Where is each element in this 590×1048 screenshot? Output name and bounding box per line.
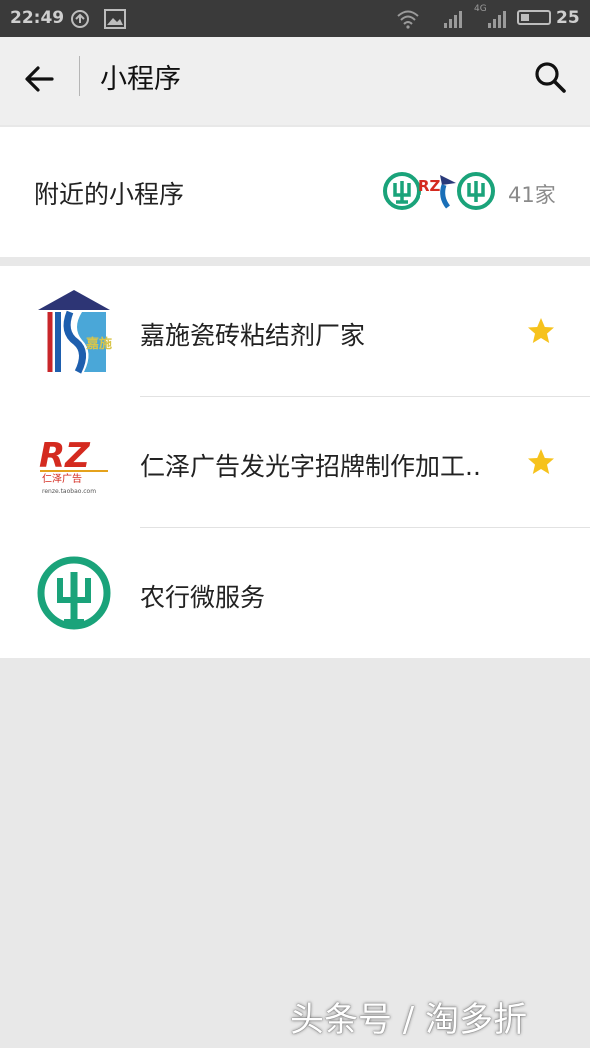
nearby-label: 附近的小程序 xyxy=(34,180,185,209)
page-title: 小程序 xyxy=(100,64,181,95)
battery-icon xyxy=(517,10,551,25)
battery-level: 25 xyxy=(556,8,580,28)
nav-bar: 小程序 xyxy=(0,37,590,125)
status-time: 22:49 xyxy=(10,8,65,28)
nav-divider xyxy=(79,56,80,96)
wifi-icon xyxy=(397,10,419,29)
nearby-mini-programs[interactable]: 附近的小程序 RZ 41家 xyxy=(0,127,590,257)
jiashi-logo-text: 嘉施 xyxy=(85,336,112,352)
renze-logo-icon: RZ 仁泽广告 renze.taobao.com xyxy=(36,419,112,505)
sync-icon xyxy=(71,10,89,28)
item-name: 嘉施瓷砖粘结剂厂家 xyxy=(140,321,366,350)
star-icon[interactable] xyxy=(526,316,556,346)
list-item[interactable]: 嘉施 嘉施瓷砖粘结剂厂家 xyxy=(0,266,590,396)
abc-bank-logo-icon xyxy=(37,556,111,630)
renze-logo-text: 仁泽广告 xyxy=(42,472,82,485)
star-icon[interactable] xyxy=(526,447,556,477)
search-icon[interactable] xyxy=(532,59,568,95)
status-bar: 22:49 4G 25 xyxy=(0,0,590,37)
list-item[interactable]: RZ 仁泽广告 renze.taobao.com 仁泽广告发光字招牌制作加工.. xyxy=(0,397,590,527)
network-type: 4G xyxy=(474,4,487,14)
jiashi-logo-icon: 嘉施 xyxy=(38,290,112,374)
list-item[interactable]: 农行微服务 xyxy=(0,528,590,658)
arrow-left-icon[interactable] xyxy=(22,61,58,97)
nearby-count: 41家 xyxy=(508,183,556,207)
signal-icon-1 xyxy=(444,11,462,28)
item-name: 农行微服务 xyxy=(140,583,266,612)
nearby-thumbnails: RZ xyxy=(383,172,495,210)
renze-logo-url: renze.taobao.com xyxy=(42,488,96,495)
mini-program-list: 嘉施 嘉施瓷砖粘结剂厂家 RZ 仁泽广告 renze.taobao.com 仁泽… xyxy=(0,266,590,658)
signal-icon-2 xyxy=(488,11,506,28)
svg-text:RZ: RZ xyxy=(418,177,441,195)
item-name: 仁泽广告发光字招牌制作加工.. xyxy=(140,452,481,481)
image-icon xyxy=(104,9,126,29)
watermark: 头条号 / 淘多折 xyxy=(290,1000,528,1040)
